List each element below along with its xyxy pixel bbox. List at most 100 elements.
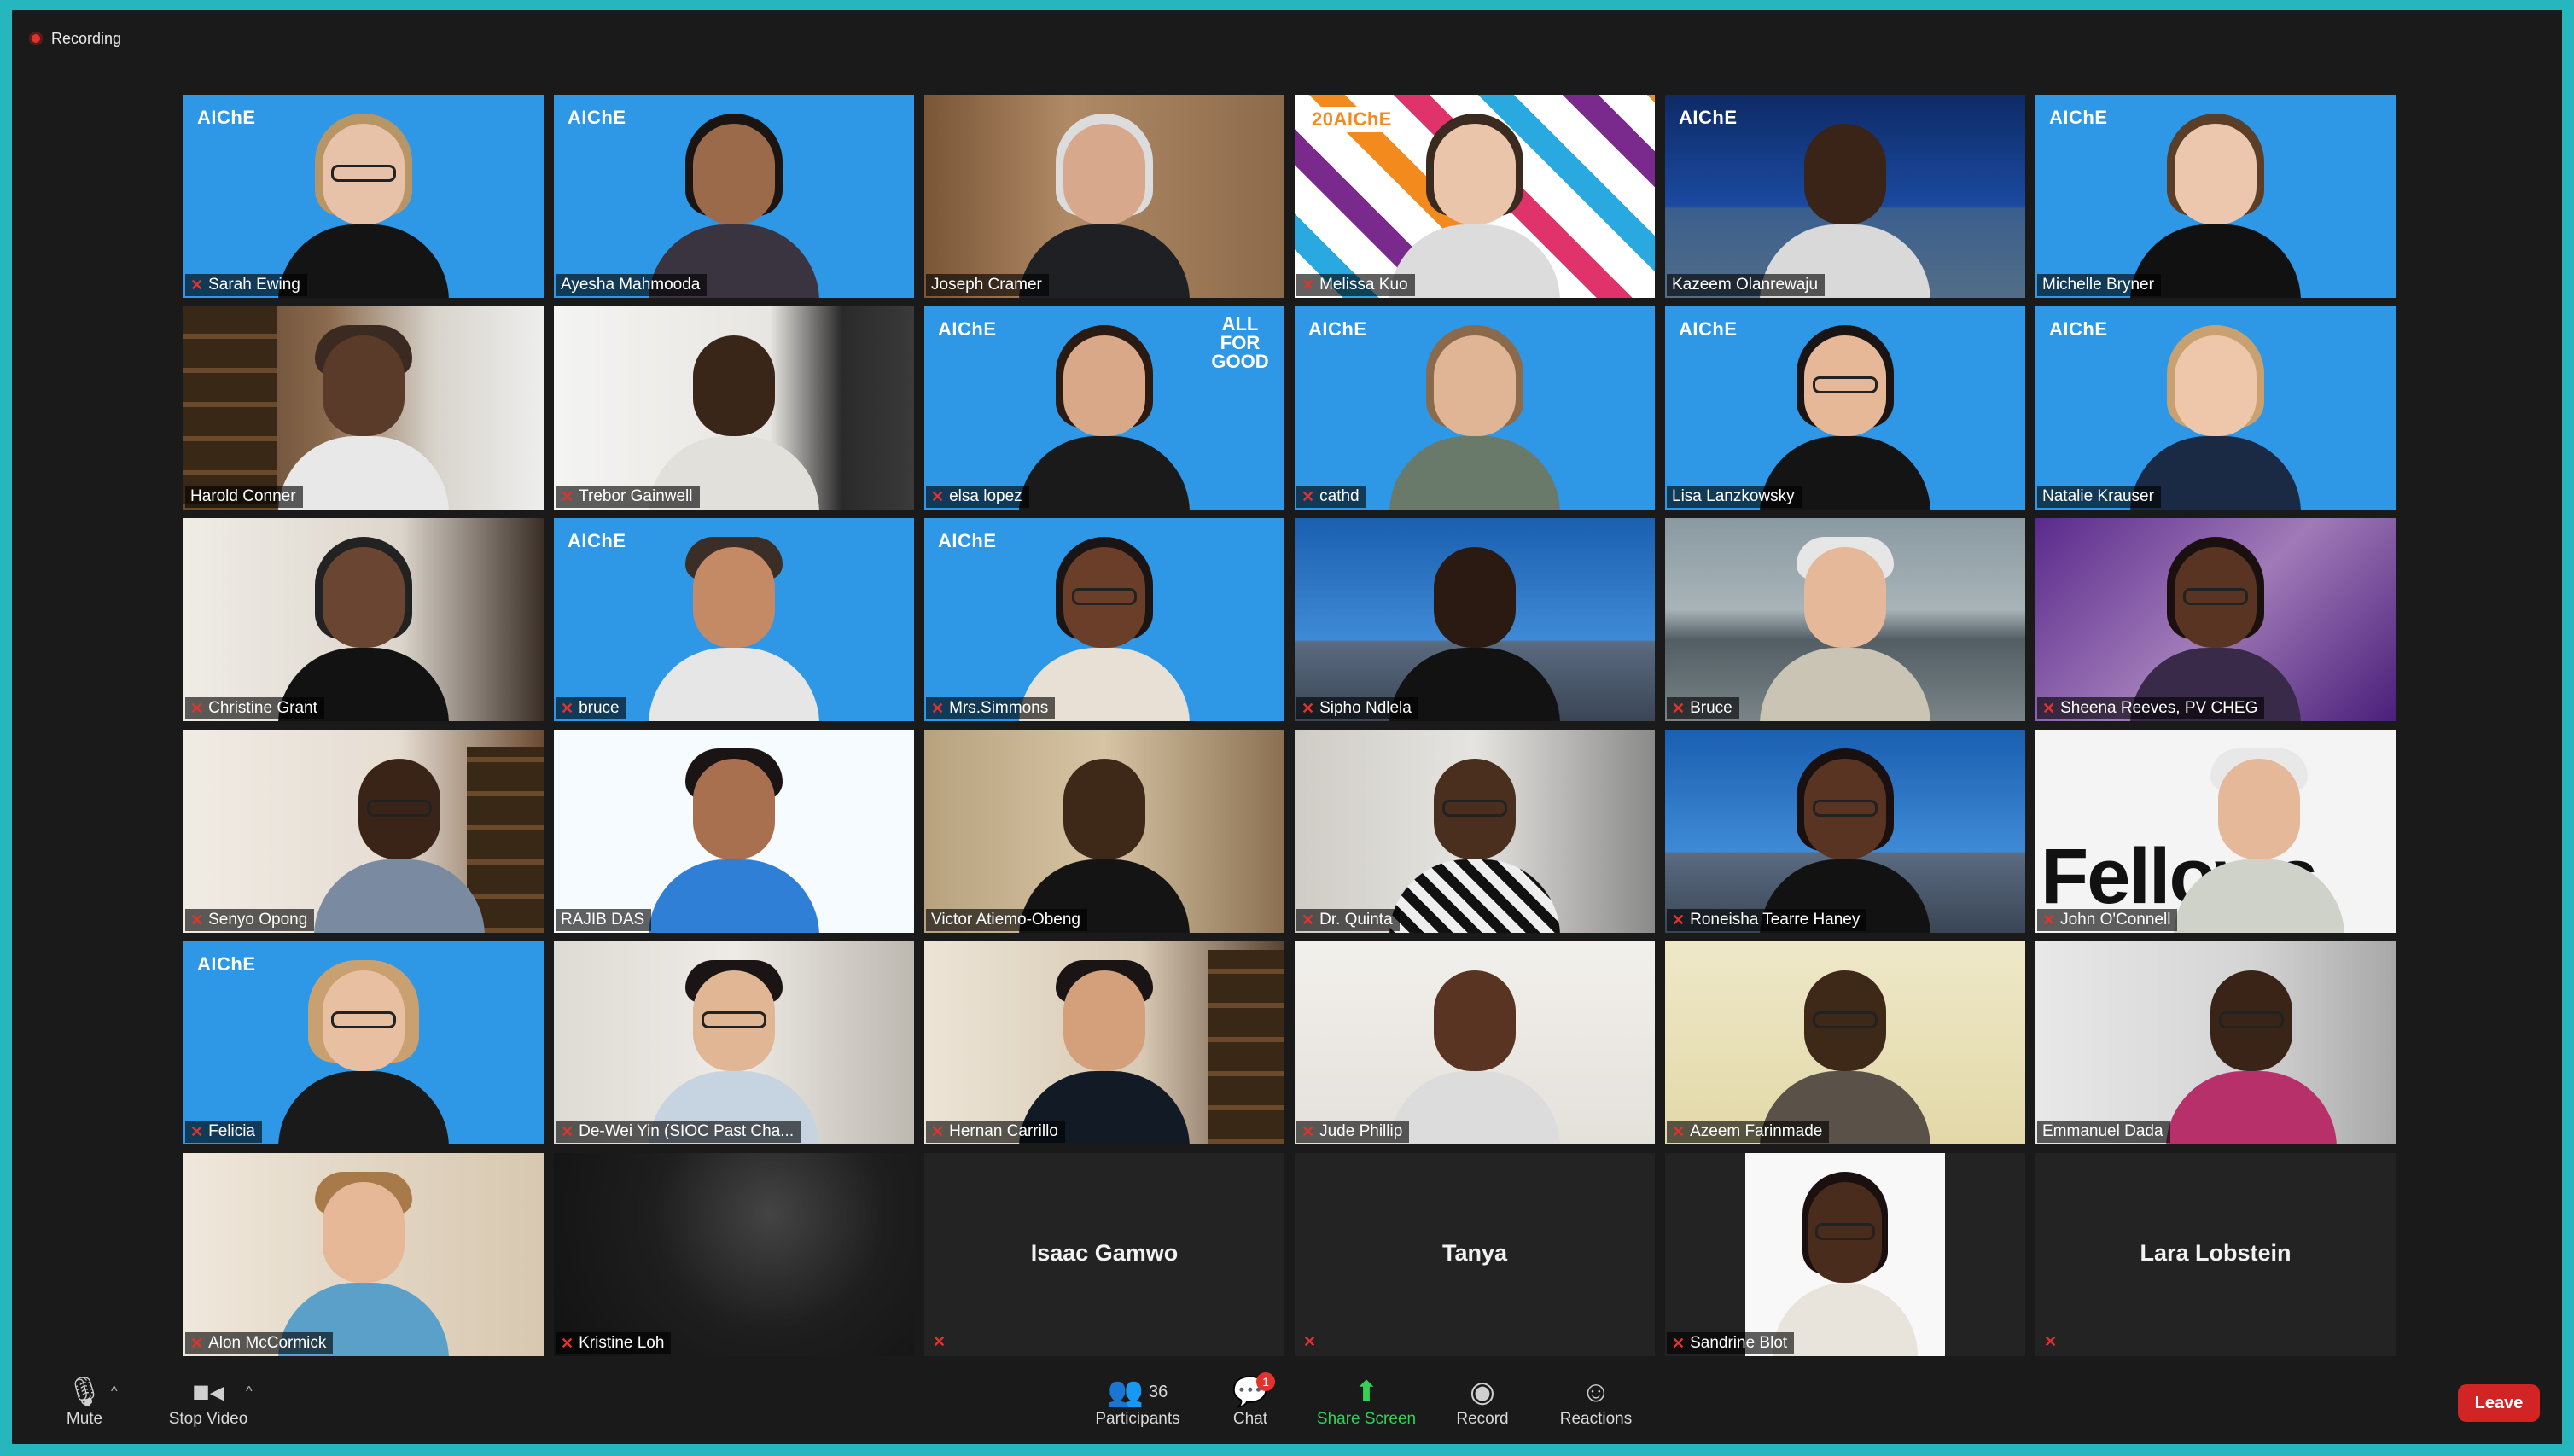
mic-muted-icon: ✕: [1672, 911, 1686, 929]
video-tile-no-video[interactable]: Isaac Gamwo ✕: [924, 1153, 1284, 1356]
aiche-logo: AIChE: [1679, 318, 1738, 340]
participant-display-name: Lara Lobstein: [2140, 1240, 2292, 1266]
video-tile[interactable]: ✕ Sipho Ndlela: [1295, 518, 1655, 721]
video-tile[interactable]: AIChE Natalie Krauser: [2035, 306, 2396, 510]
video-tile[interactable]: AIChE ✕ Sarah Ewing: [183, 95, 544, 298]
zoom-window: Recording AIChE ✕ Sarah Ewing AIChE Ayesh…: [12, 10, 2562, 1444]
participant-name-label: ✕ Jude Phillip: [1296, 1121, 1410, 1143]
recording-label: Recording: [51, 29, 122, 47]
share-screen-button[interactable]: ⬆ Share Screen: [1311, 1374, 1422, 1429]
mic-muted-icon: ✕: [561, 487, 574, 505]
video-tile[interactable]: ✕ Bruce: [1665, 518, 2025, 721]
mic-muted-icon: ✕: [931, 1122, 945, 1140]
video-tile[interactable]: Harold Conner: [183, 306, 544, 510]
participant-name-label: ✕ Hernan Carrillo: [926, 1121, 1065, 1143]
mic-muted-icon: ✕: [1302, 699, 1315, 717]
gallery-grid: AIChE ✕ Sarah Ewing AIChE Ayesha Mahmooda…: [183, 95, 2401, 1360]
recording-indicator[interactable]: Recording: [29, 26, 121, 51]
video-tile-no-video[interactable]: Lara Lobstein ✕: [2035, 1153, 2396, 1356]
mic-muted-icon: ✕: [1302, 276, 1315, 294]
mic-muted-icon: ✕: [2042, 699, 2056, 717]
video-tile[interactable]: ✕ Dr. Quinta: [1295, 730, 1655, 933]
video-tile[interactable]: ✕ Hernan Carrillo: [924, 941, 1284, 1144]
video-tile[interactable]: ✕ Christine Grant: [183, 518, 544, 721]
profile-photo: [1745, 1153, 1945, 1356]
participant-name-label: ✕ Sheena Reeves, PV CHEG: [2037, 697, 2265, 719]
video-tile[interactable]: Fellows ✕ John O'Connell: [2035, 730, 2396, 933]
participant-display-name: Tanya: [1441, 1240, 1508, 1266]
mic-muted-icon: ✕: [190, 1334, 204, 1352]
aiche-logo: AIChE: [1308, 318, 1367, 340]
share-screen-icon: ⬆: [1354, 1376, 1379, 1408]
video-tile[interactable]: AIChE Michelle Bryner: [2035, 95, 2396, 298]
mic-muted-icon: ✕: [1672, 699, 1686, 717]
participant-name-label: ✕ Melissa Kuo: [1296, 274, 1415, 296]
participant-name-label: ✕ Azeem Farinmade: [1667, 1121, 1830, 1143]
mic-muted-icon: ✕: [931, 699, 945, 717]
reactions-button[interactable]: ☺ Reactions: [1545, 1374, 1647, 1429]
video-tile[interactable]: Joseph Cramer: [924, 95, 1284, 298]
video-tile[interactable]: ✕ De-Wei Yin (SIOC Past Cha...: [554, 941, 914, 1144]
video-tile[interactable]: ✕ Kristine Loh: [554, 1153, 914, 1356]
leave-meeting-button[interactable]: Leave: [2458, 1384, 2540, 1422]
aiche-logo: AIChE: [568, 107, 626, 128]
aiche-logo: AIChE: [938, 318, 997, 340]
video-tile[interactable]: AIChE ✕ Felicia: [183, 941, 544, 1144]
video-tile[interactable]: ✕ Sheena Reeves, PV CHEG: [2035, 518, 2396, 721]
stop-video-button[interactable]: ■◂ Stop Video: [157, 1374, 259, 1429]
video-tile[interactable]: Victor Atiemo-Obeng: [924, 730, 1284, 933]
smiley-plus-icon: ☺: [1581, 1376, 1611, 1408]
video-tile-no-video[interactable]: Tanya ✕: [1295, 1153, 1655, 1356]
mute-button[interactable]: 🎙 Mute: [38, 1374, 131, 1429]
participant-name-label: Lisa Lanzkowsky: [1667, 486, 1802, 508]
participant-name-label: Michelle Bryner: [2037, 274, 2161, 296]
mic-muted-icon: ✕: [1302, 911, 1315, 929]
aiche-logo: AIChE: [2049, 318, 2108, 340]
audio-options-chevron-icon[interactable]: ^: [111, 1384, 118, 1400]
video-tile[interactable]: AIChE ✕ Mrs.Simmons: [924, 518, 1284, 721]
participant-name-label: ✕ Kristine Loh: [556, 1332, 672, 1354]
participant-name-label: Victor Atiemo-Obeng: [926, 909, 1087, 931]
mic-muted-icon: ✕: [561, 699, 574, 717]
participant-name-label: ✕ De-Wei Yin (SIOC Past Cha...: [556, 1121, 801, 1143]
mic-muted-icon: ✕: [931, 487, 945, 505]
chat-button[interactable]: 💬 1 Chat: [1203, 1372, 1297, 1429]
meeting-toolbar: 🎙 Mute ^ ■◂ Stop Video ^ 👥 36 Participant…: [12, 1366, 2562, 1444]
participant-name-label: ✕ John O'Connell: [2037, 909, 2178, 931]
recording-dot-icon: [29, 32, 43, 45]
video-tile[interactable]: AIChE ALL FOR GOOD ✕ elsa lopez: [924, 306, 1284, 510]
video-tile[interactable]: ✕ Jude Phillip: [1295, 941, 1655, 1144]
video-tile[interactable]: Emmanuel Dada: [2035, 941, 2396, 1144]
participants-count: 36: [1149, 1383, 1168, 1401]
participant-name-label: ✕ elsa lopez: [926, 486, 1029, 508]
video-tile[interactable]: RAJIB DAS: [554, 730, 914, 933]
video-options-chevron-icon[interactable]: ^: [246, 1384, 253, 1400]
video-tile[interactable]: ✕ Sandrine Blot: [1665, 1153, 2025, 1356]
mic-muted-icon: ✕: [2044, 1333, 2058, 1350]
video-tile[interactable]: 20AIChE ✕ Melissa Kuo: [1295, 95, 1655, 298]
video-tile[interactable]: ✕ Alon McCormick: [183, 1153, 544, 1356]
record-button[interactable]: ◉ Record: [1436, 1374, 1529, 1429]
participant-name-label: Kazeem Olanrewaju: [1667, 274, 1826, 296]
video-tile[interactable]: ✕ Trebor Gainwell: [554, 306, 914, 510]
aiche-logo: AIChE: [1679, 107, 1738, 128]
video-tile[interactable]: AIChE Lisa Lanzkowsky: [1665, 306, 2025, 510]
video-tile[interactable]: ✕ Roneisha Tearre Haney: [1665, 730, 2025, 933]
participants-icon: 👥: [1107, 1376, 1144, 1408]
video-tile[interactable]: AIChE ✕ bruce: [554, 518, 914, 721]
video-tile[interactable]: AIChE Ayesha Mahmooda: [554, 95, 914, 298]
mic-muted-icon: ✕: [1302, 1122, 1315, 1140]
participant-name-label: ✕ Roneisha Tearre Haney: [1667, 909, 1867, 931]
mic-muted-icon: ✕: [561, 1122, 574, 1140]
mic-muted-icon: ✕: [190, 1122, 204, 1140]
all-for-good-logo: ALL FOR GOOD: [1211, 313, 1269, 372]
participant-name-label: ✕ Bruce: [1667, 697, 1739, 719]
video-tile-active-speaker[interactable]: AIChE Kazeem Olanrewaju: [1665, 95, 2025, 298]
video-tile[interactable]: ✕ Azeem Farinmade: [1665, 941, 2025, 1144]
video-tile[interactable]: ✕ Senyo Opong: [183, 730, 544, 933]
participant-name-label: ✕ Trebor Gainwell: [556, 486, 700, 508]
participants-button[interactable]: 👥 36 Participants: [1082, 1374, 1193, 1429]
mic-muted-icon: ✕: [190, 276, 204, 294]
20aiche-logo: 20AIChE: [1308, 107, 1395, 132]
video-tile[interactable]: AIChE ✕ cathd: [1295, 306, 1655, 510]
